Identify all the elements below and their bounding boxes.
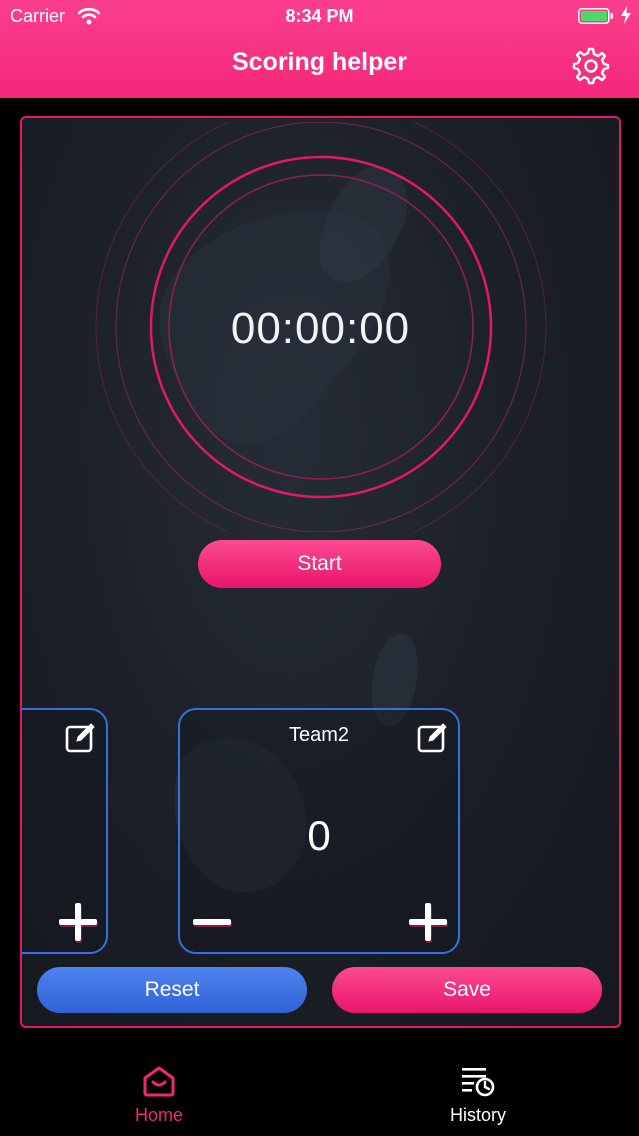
home-icon: [143, 1066, 175, 1097]
battery-icon: [578, 8, 613, 24]
tab-history[interactable]: History: [398, 1064, 558, 1126]
scoring-helper-screen: Carrier 8:34 PM Scoring helper 00:00:00 …: [0, 0, 639, 1136]
reset-button[interactable]: Reset: [37, 967, 307, 1013]
tab-home-label: Home: [134, 1105, 183, 1125]
app-header: Carrier 8:34 PM Scoring helper: [0, 0, 639, 98]
timer-display: 00:00:00: [230, 304, 411, 353]
main-panel: 00:00:00 Start Team2 0 Reset Save: [20, 116, 621, 1028]
plus-icon[interactable]: [56, 900, 100, 944]
edit-icon[interactable]: [64, 722, 96, 754]
edit-icon[interactable]: [416, 722, 448, 754]
tab-bar: Home History: [0, 1040, 639, 1136]
tab-history-label: History: [449, 1105, 506, 1125]
status-time: 8:34 PM: [285, 6, 354, 26]
tab-home[interactable]: Home: [79, 1064, 239, 1126]
save-button[interactable]: Save: [332, 967, 602, 1013]
status-bar: Carrier 8:34 PM: [0, 0, 639, 34]
history-icon: [462, 1068, 495, 1097]
charging-icon: [621, 6, 631, 24]
plus-icon[interactable]: [406, 900, 450, 944]
team2-card: Team2 0: [178, 708, 460, 954]
page-title: Scoring helper: [231, 48, 408, 76]
team2-score: 0: [307, 812, 331, 859]
team1-card: [22, 708, 108, 954]
gear-icon[interactable]: [570, 45, 610, 85]
start-button[interactable]: Start: [198, 540, 441, 588]
minus-icon[interactable]: [190, 900, 234, 944]
